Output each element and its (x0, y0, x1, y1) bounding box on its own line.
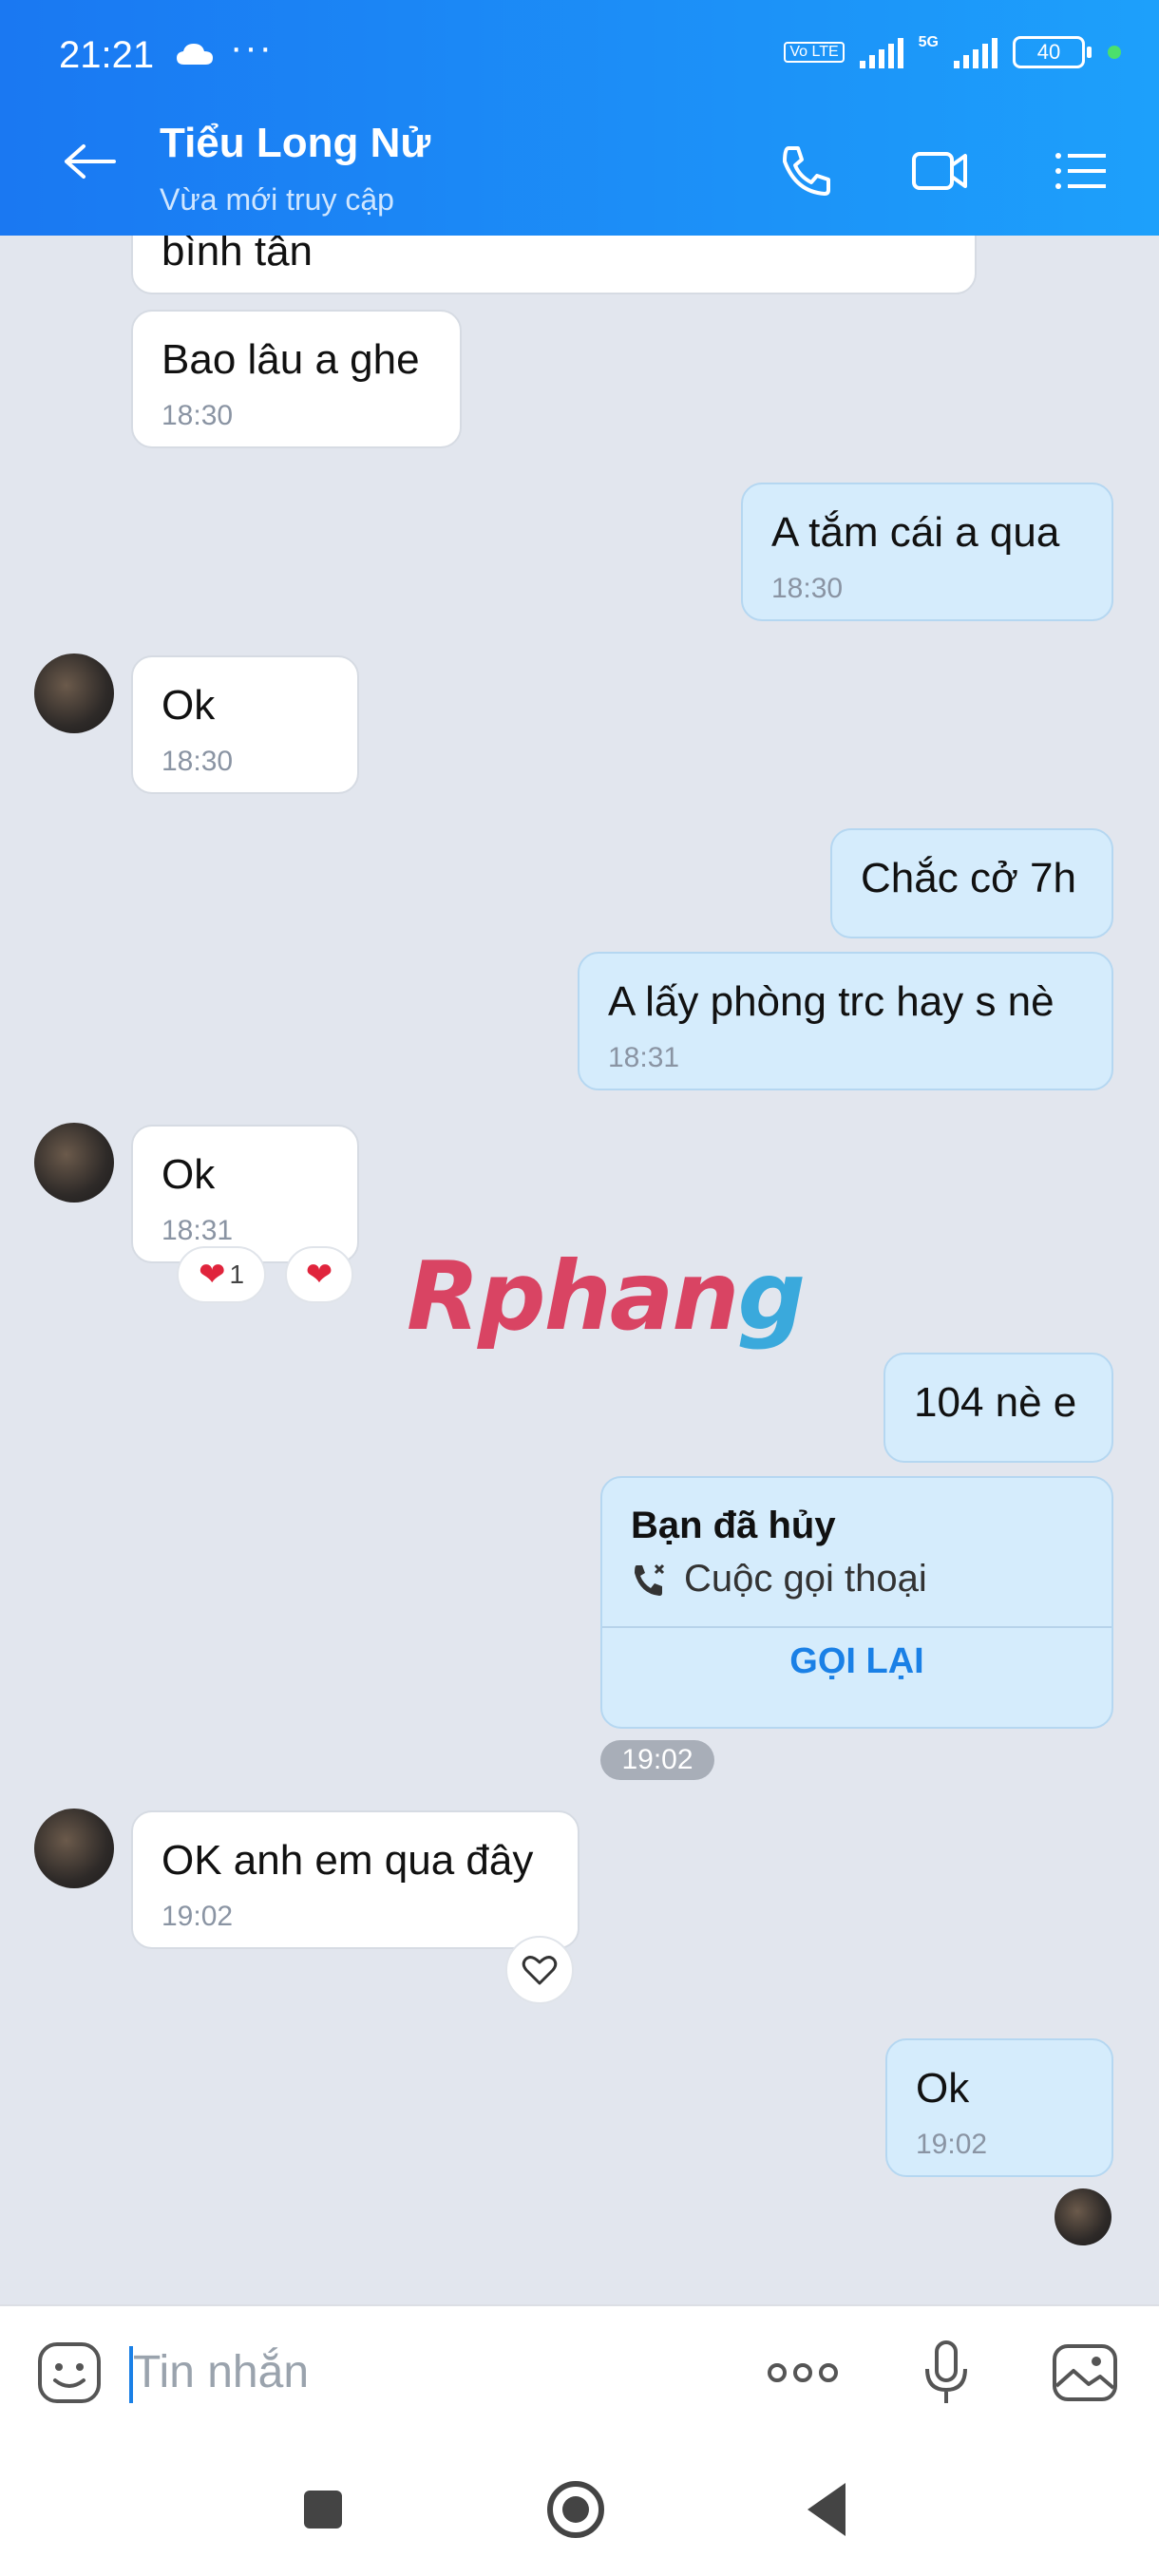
call-back-button[interactable]: GỌI LẠI (602, 1641, 1112, 1682)
message-time: 18:30 (162, 399, 234, 431)
more-options-icon[interactable] (764, 2340, 842, 2405)
message-input-bar: Tin nhắn (0, 2304, 1159, 2434)
message-bubble-incoming[interactable]: bình tân (131, 236, 977, 294)
message-text: A lấy phòng trc hay s nè (608, 978, 1054, 1025)
watermark: Rphang (407, 1241, 806, 1352)
status-icons: Vo LTE 5G 40 (784, 34, 1121, 68)
heart-reaction-icon: ❤ (198, 1257, 226, 1293)
network-type: 5G (918, 34, 939, 50)
message-bubble-incoming[interactable]: Ok 18:30 (131, 655, 359, 794)
call-card[interactable]: Bạn đã hủy Cuộc gọi thoại GỌI LẠI (600, 1476, 1113, 1729)
recent-apps-button[interactable] (304, 2491, 342, 2529)
avatar[interactable] (34, 1809, 114, 1888)
message-time: 18:31 (162, 1214, 234, 1246)
call-time-badge: 19:02 (600, 1740, 714, 1780)
call-card-title: Bạn đã hủy (631, 1505, 836, 1546)
message-bubble-outgoing[interactable]: Chắc cở 7h (830, 828, 1113, 938)
status-bar: 21:21 ··· Vo LTE 5G 40 (0, 0, 1159, 114)
message-time: 18:31 (608, 1041, 680, 1073)
microphone-icon[interactable] (912, 2340, 980, 2405)
message-bubble-incoming[interactable]: Bao lâu a ghe 18:30 (131, 310, 462, 448)
system-navigation-bar (0, 2434, 1159, 2576)
heart-outline-icon (522, 1956, 558, 1985)
chat-header: 21:21 ··· Vo LTE 5G 40 Tiểu Long Nử Vừa … (0, 0, 1159, 236)
back-arrow-icon[interactable] (63, 142, 116, 180)
home-button[interactable] (547, 2481, 604, 2538)
contact-status: Vừa mới truy cập (160, 182, 394, 217)
heart-reaction-button[interactable]: ❤ (285, 1246, 353, 1303)
contact-name[interactable]: Tiểu Long Nử (160, 120, 430, 167)
reaction-summary[interactable]: ❤ 1 (177, 1246, 266, 1303)
message-text: Chắc cở 7h (861, 855, 1076, 901)
message-text: A tắm cái a qua (771, 509, 1060, 556)
divider (602, 1626, 1112, 1628)
message-text: bình tân (162, 236, 314, 275)
system-back-button[interactable] (808, 2483, 846, 2536)
volte-icon: Vo LTE (784, 42, 845, 63)
message-text: Ok (162, 682, 216, 729)
message-text: Ok (916, 2065, 970, 2112)
message-time: 18:30 (162, 745, 234, 777)
message-text: Ok (162, 1151, 216, 1198)
status-time: 21:21 (59, 34, 155, 76)
heart-reaction-icon: ❤ (305, 1257, 333, 1293)
seen-avatar (1054, 2188, 1112, 2245)
message-bubble-outgoing[interactable]: 104 nè e (884, 1353, 1113, 1463)
more-notifications-icon: ··· (230, 27, 274, 68)
menu-list-icon[interactable] (1051, 142, 1112, 199)
message-bubble-incoming[interactable]: Ok 18:31 (131, 1125, 359, 1263)
message-bubble-outgoing[interactable]: Ok 19:02 (885, 2038, 1113, 2177)
message-bubble-outgoing[interactable]: A lấy phòng trc hay s nè 18:31 (578, 952, 1113, 1090)
message-text: Bao lâu a ghe (162, 336, 420, 383)
call-card-subtitle: Cuộc gọi thoại (684, 1558, 927, 1600)
image-gallery-icon[interactable] (1051, 2340, 1119, 2405)
message-text: OK anh em qua đây (162, 1837, 534, 1884)
message-time: 18:30 (771, 572, 844, 604)
message-text: 104 nè e (914, 1379, 1077, 1426)
video-call-icon[interactable] (910, 142, 971, 199)
signal-icon (859, 36, 903, 68)
avatar[interactable] (34, 653, 114, 733)
message-input[interactable]: Tin nhắn (133, 2346, 309, 2398)
message-bubble-outgoing[interactable]: A tắm cái a qua 18:30 (741, 483, 1113, 621)
message-time: 19:02 (162, 1900, 234, 1932)
battery-icon: 40 (1013, 36, 1092, 68)
missed-call-icon (635, 1563, 665, 1596)
privacy-dot-icon (1108, 46, 1121, 59)
message-bubble-incoming[interactable]: OK anh em qua đây 19:02 (131, 1810, 580, 1949)
reaction-count: 1 (229, 1260, 245, 1289)
heart-reaction-button[interactable] (505, 1936, 574, 2004)
signal-icon-2 (954, 36, 998, 68)
emoji-sticker-icon[interactable] (36, 2340, 104, 2405)
cloud-icon (177, 44, 213, 65)
message-time: 19:02 (916, 2128, 988, 2160)
message-list[interactable]: bình tân Bao lâu a ghe 18:30 A tắm cái a… (0, 236, 1159, 2304)
phone-call-icon[interactable] (775, 142, 836, 199)
avatar[interactable] (34, 1123, 114, 1203)
